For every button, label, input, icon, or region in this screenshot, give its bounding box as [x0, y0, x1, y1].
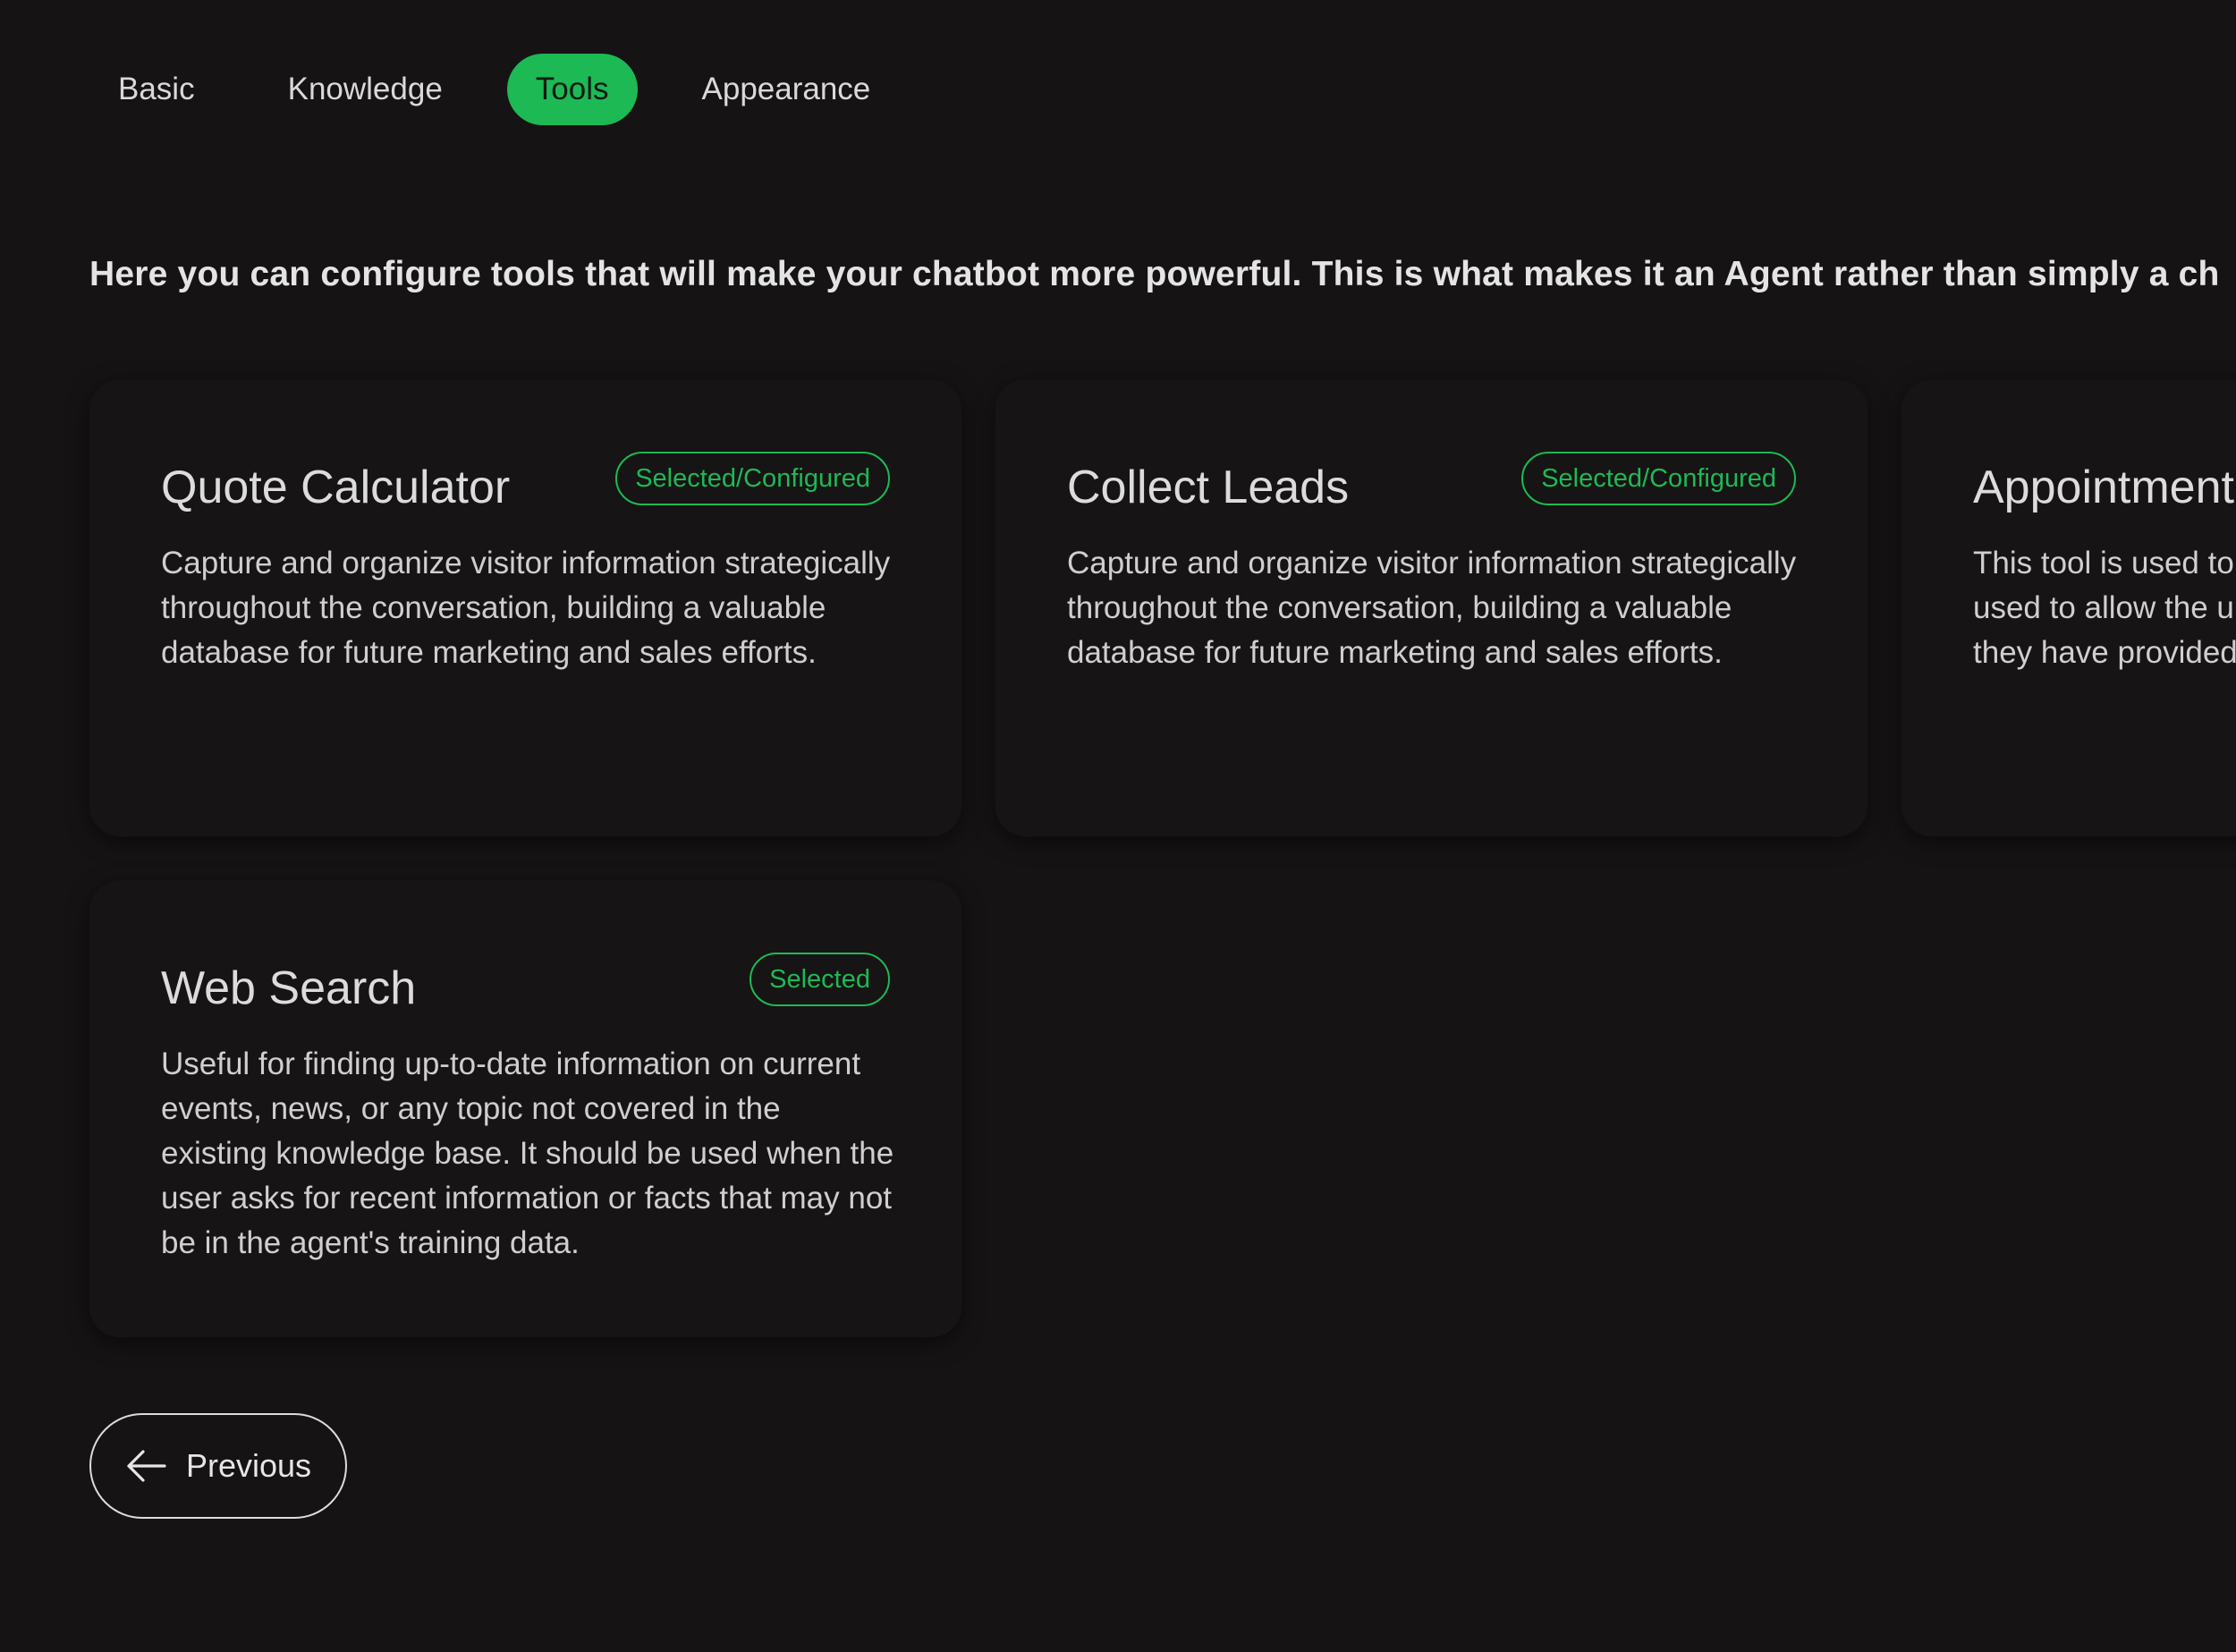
card-description: Capture and organize visitor information… — [1067, 546, 1797, 670]
card-description: This tool is used to action, such as to … — [1973, 546, 2236, 670]
card-title: Web Search — [161, 962, 417, 1014]
card-header: Web Search Selected — [161, 953, 890, 1015]
previous-button-label: Previous — [185, 1447, 312, 1484]
tab-knowledge[interactable]: Knowledge — [259, 54, 471, 125]
tab-tools[interactable]: Tools — [506, 54, 638, 125]
tab-basic[interactable]: Basic — [89, 54, 224, 125]
card-title: Collect Leads — [1067, 462, 1350, 513]
tab-appearance[interactable]: Appearance — [673, 54, 900, 125]
card-header: Appointment — [1973, 452, 2236, 514]
card-header: Quote Calculator Selected/Configured — [161, 452, 890, 514]
arrow-left-icon — [125, 1448, 166, 1484]
status-badge: Selected — [750, 953, 890, 1006]
tool-card-collect-leads[interactable]: Collect Leads Selected/Configured Captur… — [995, 380, 1868, 836]
card-header: Collect Leads Selected/Configured — [1067, 452, 1796, 514]
page: Basic Knowledge Tools Appearance Here yo… — [0, 0, 2236, 1652]
tool-card-appointment[interactable]: Appointment This tool is used to action,… — [1901, 380, 2236, 836]
card-description: Capture and organize visitor information… — [161, 546, 891, 670]
card-title: Appointment — [1973, 462, 2234, 513]
tools-intro-text: Here you can configure tools that will m… — [89, 255, 2220, 293]
tool-card-quote-calculator[interactable]: Quote Calculator Selected/Configured Cap… — [89, 380, 961, 836]
status-badge: Selected/Configured — [1521, 452, 1796, 505]
card-title: Quote Calculator — [161, 462, 511, 513]
tool-card-web-search[interactable]: Web Search Selected Useful for finding u… — [89, 881, 961, 1337]
previous-button[interactable]: Previous — [89, 1413, 347, 1519]
status-badge: Selected/Configured — [615, 452, 890, 505]
tab-bar: Basic Knowledge Tools Appearance — [89, 54, 899, 125]
card-description: Useful for finding up-to-date informatio… — [161, 1046, 894, 1260]
